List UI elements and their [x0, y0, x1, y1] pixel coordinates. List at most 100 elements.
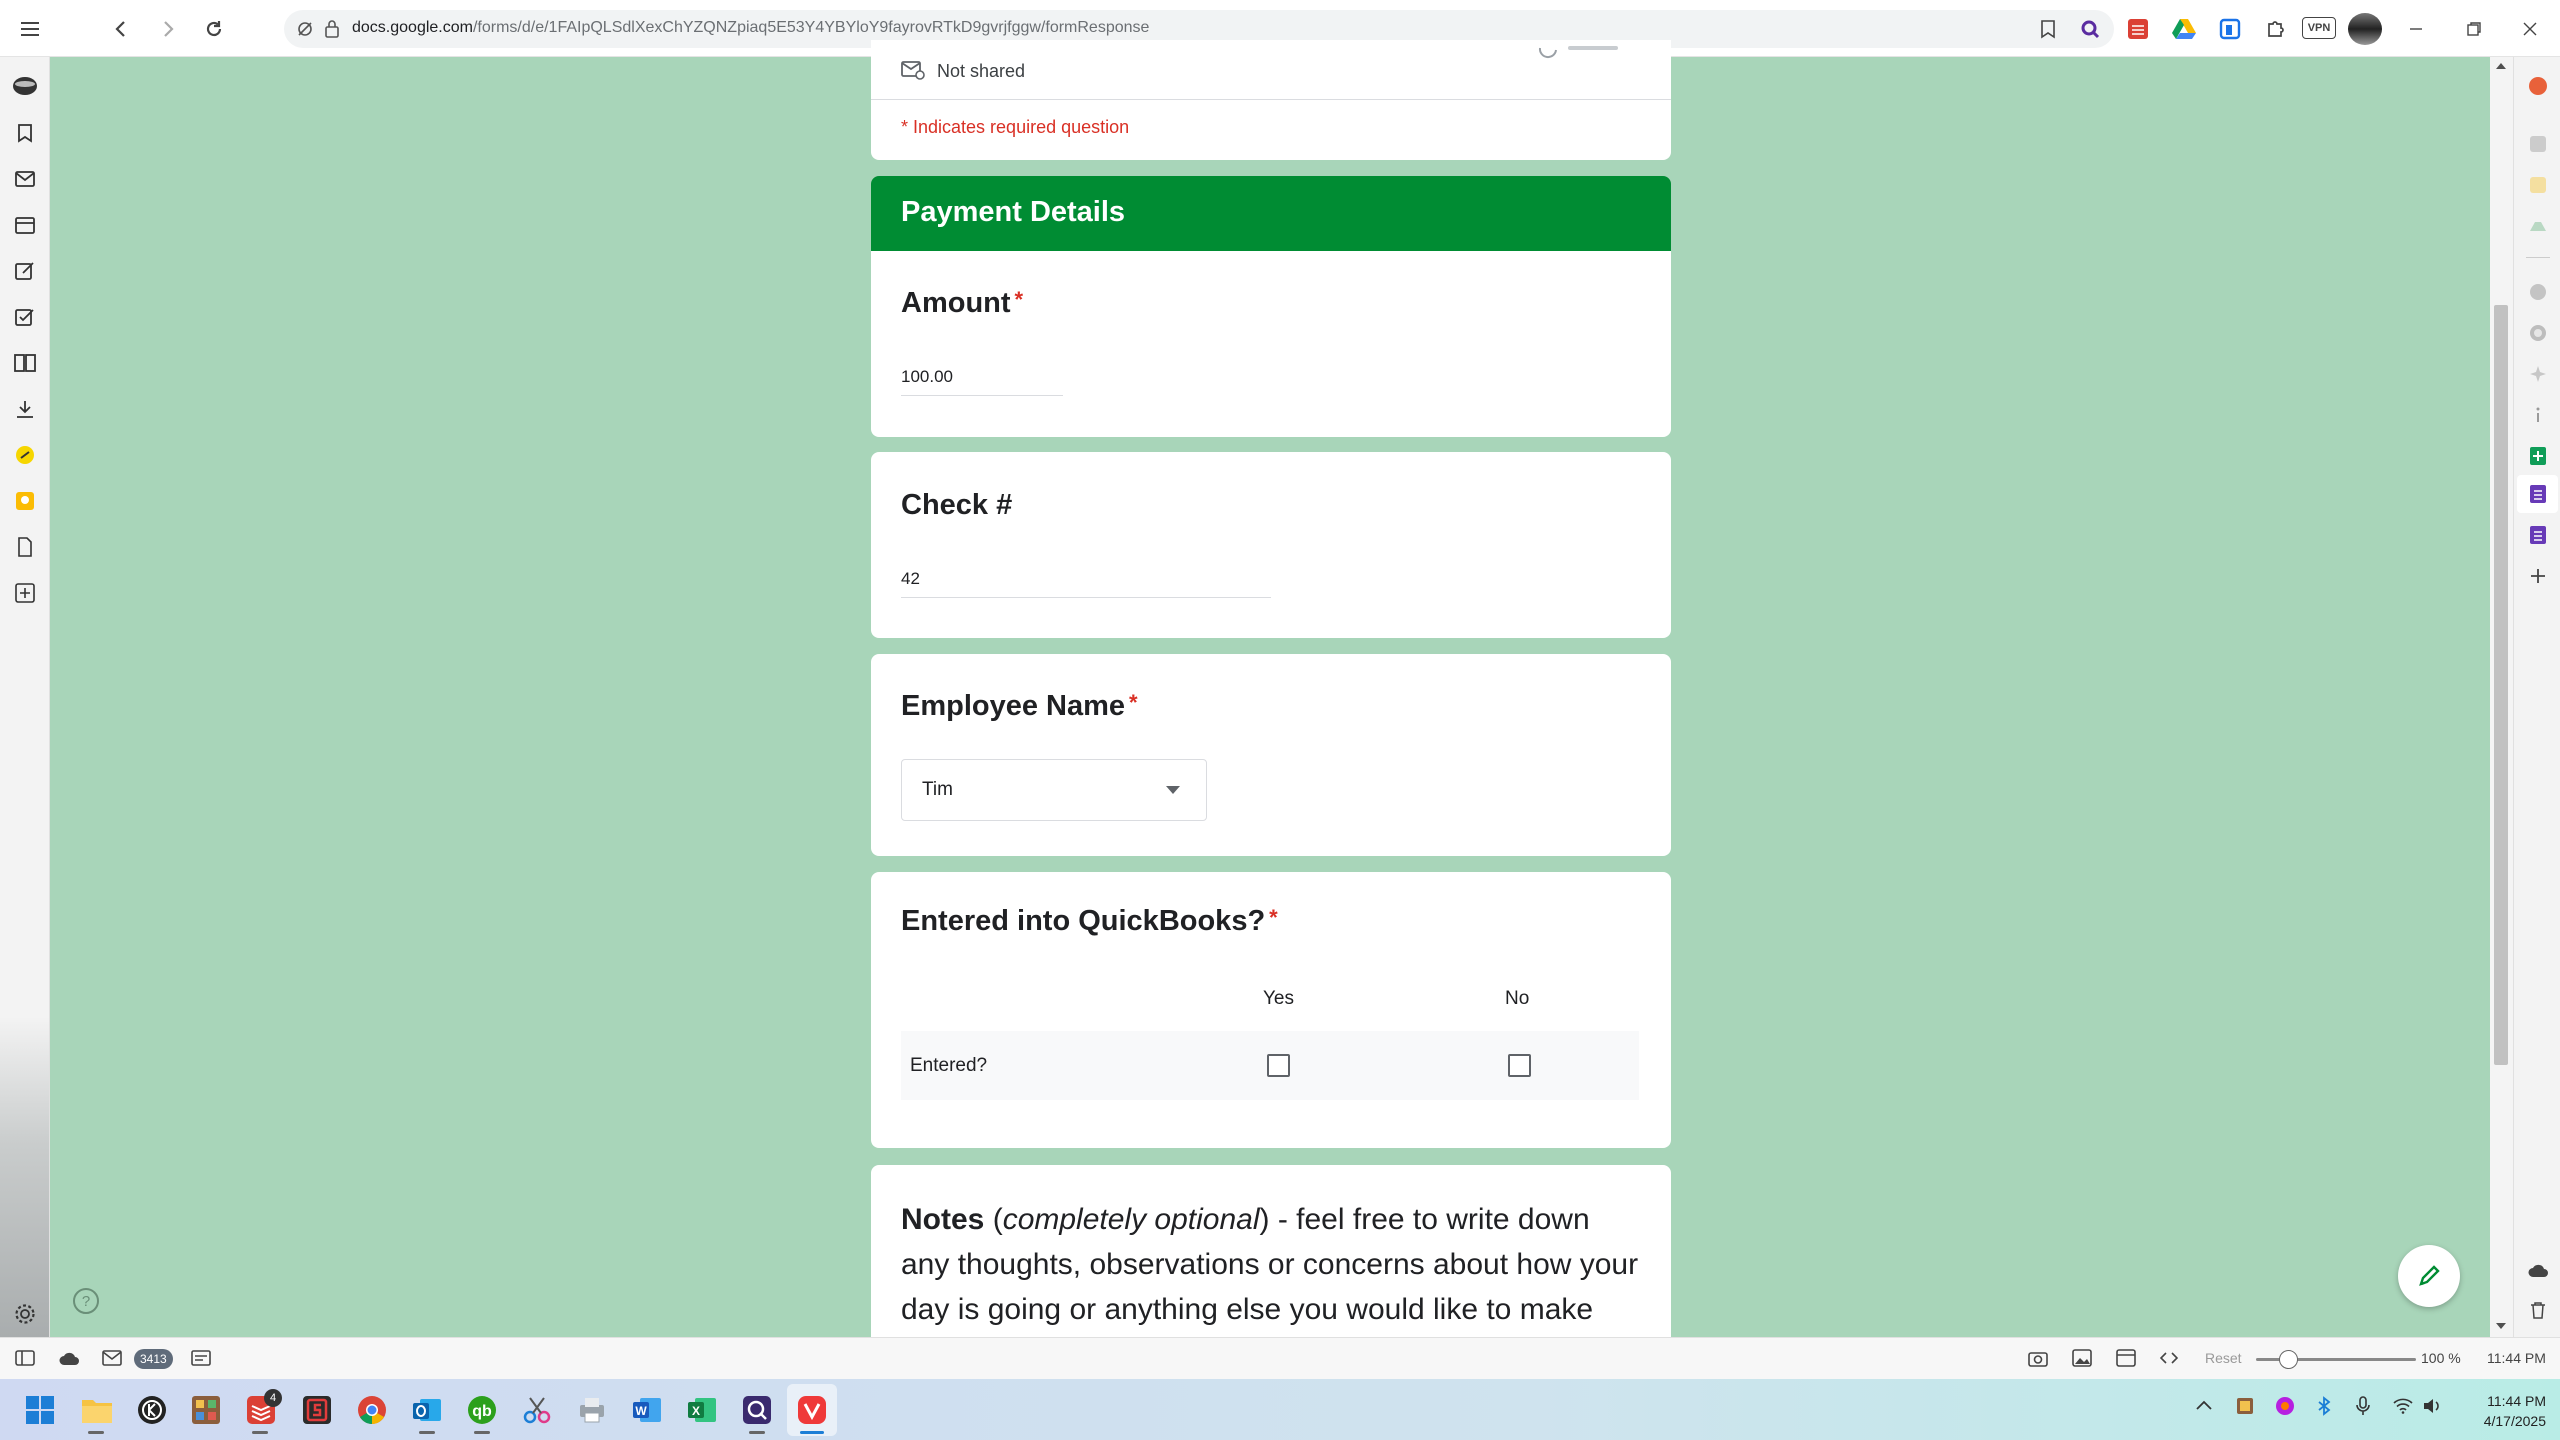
dropdown-arrow-icon: [1166, 786, 1180, 794]
svg-text:W: W: [635, 1404, 647, 1418]
restore-icon[interactable]: [2458, 13, 2490, 45]
document-icon[interactable]: [12, 534, 38, 560]
amount-input[interactable]: 100.00: [901, 367, 1063, 396]
google-sheets-icon[interactable]: [2525, 443, 2551, 469]
todoist-badge: 4: [264, 1389, 282, 1407]
mail-icon[interactable]: [12, 166, 38, 192]
printer-app-icon[interactable]: [572, 1390, 612, 1430]
scrollbar-thumb[interactable]: [2494, 305, 2508, 1065]
taskbar-clock[interactable]: 11:44 PM 4/17/2025: [2470, 1391, 2546, 1431]
panel-info-icon[interactable]: [2525, 402, 2551, 428]
grid-row-label: Entered?: [910, 1055, 988, 1076]
microphone-icon[interactable]: [2356, 1396, 2370, 1416]
bluetooth-icon[interactable]: [2317, 1396, 2331, 1416]
quickbooks-icon[interactable]: qb: [462, 1390, 502, 1430]
extension-orange-icon[interactable]: [2525, 73, 2551, 99]
google-drive-icon[interactable]: [2168, 13, 2200, 45]
sidebar-background-art: [0, 1017, 49, 1337]
image-toggle-icon[interactable]: [2072, 1349, 2092, 1367]
panel-faded-icon[interactable]: [2525, 131, 2551, 157]
app-search-q-icon[interactable]: [737, 1390, 777, 1430]
notes-icon[interactable]: [12, 258, 38, 284]
grid-column-no: No: [1505, 988, 1530, 1009]
panel-gray-icon-2[interactable]: [2525, 320, 2551, 346]
wifi-icon[interactable]: [2393, 1398, 2413, 1414]
calendar-icon[interactable]: [12, 212, 38, 238]
vivaldi-profile-icon[interactable]: [12, 73, 38, 99]
back-icon[interactable]: [105, 13, 137, 45]
settings-gear-icon[interactable]: [12, 1301, 38, 1327]
close-icon[interactable]: [2514, 13, 2546, 45]
mail-count-badge: 3413: [134, 1349, 173, 1369]
trash-icon[interactable]: [2525, 1297, 2551, 1323]
calendar-status-icon[interactable]: [191, 1350, 211, 1366]
help-icon[interactable]: ?: [72, 1287, 100, 1315]
panel-keep-faded-icon[interactable]: [2525, 172, 2551, 198]
outlook-icon[interactable]: [407, 1390, 447, 1430]
checkbox-yes[interactable]: [1267, 1054, 1290, 1077]
zoom-slider-knob[interactable]: [2278, 1350, 2298, 1369]
snipping-tool-icon[interactable]: [517, 1390, 557, 1430]
cloud-sync-icon[interactable]: [2525, 1257, 2551, 1283]
panel-toggle-icon[interactable]: [15, 1350, 35, 1366]
app-k-icon[interactable]: [132, 1390, 172, 1430]
employee-name-dropdown[interactable]: Tim: [901, 759, 1207, 821]
todoist-extension-icon[interactable]: [2122, 13, 2154, 45]
app-grid-icon[interactable]: [186, 1390, 226, 1430]
zoom-reset-button[interactable]: Reset: [2205, 1350, 2242, 1366]
profile-avatar[interactable]: [2348, 13, 2382, 45]
checkbox-no[interactable]: [1508, 1054, 1531, 1077]
excel-icon[interactable]: X: [682, 1390, 722, 1430]
panel-gray-icon-1[interactable]: [2525, 279, 2551, 305]
vpn-button[interactable]: VPN: [2302, 17, 2336, 39]
mail-status-icon[interactable]: [102, 1350, 122, 1366]
scroll-down-arrow-icon[interactable]: [2496, 1323, 2506, 1329]
google-forms-icon[interactable]: [2525, 522, 2551, 548]
chrome-icon[interactable]: [352, 1390, 392, 1430]
page-actions-icon[interactable]: [2160, 1349, 2178, 1367]
required-question-note: * Indicates required question: [901, 117, 1130, 137]
google-forms-icon-active[interactable]: [2525, 481, 2551, 507]
bookmarks-icon[interactable]: [12, 120, 38, 146]
volume-icon[interactable]: [2422, 1397, 2442, 1415]
file-explorer-icon[interactable]: [77, 1390, 117, 1430]
scroll-up-arrow-icon[interactable]: [2496, 63, 2506, 69]
search-extension-icon[interactable]: [2079, 18, 2101, 40]
bookmark-icon[interactable]: [2040, 19, 2056, 39]
minimize-icon[interactable]: [2400, 13, 2432, 45]
word-icon[interactable]: W: [627, 1390, 667, 1430]
vivaldi-icon[interactable]: [792, 1390, 832, 1430]
tray-overflow-chevron-icon[interactable]: [2196, 1400, 2212, 1410]
notes-question-text: Notes (completely optional) - feel free …: [901, 1197, 1661, 1332]
running-indicator: [419, 1431, 435, 1434]
tray-app-icon-2[interactable]: [2275, 1396, 2295, 1416]
url-text[interactable]: docs.google.com/forms/d/e/1FAIpQLSdlXexC…: [352, 19, 1149, 37]
left-panel-sidebar: [0, 57, 50, 1337]
panel-sparkle-icon[interactable]: [2525, 361, 2551, 387]
add-web-panel-icon[interactable]: [2525, 563, 2551, 589]
check-number-input[interactable]: 42: [901, 569, 1271, 598]
zoom-slider-track[interactable]: [2256, 1350, 2416, 1369]
app-s-icon[interactable]: [297, 1390, 337, 1430]
forward-icon[interactable]: [152, 13, 184, 45]
sync-cloud-icon[interactable]: [58, 1350, 80, 1366]
question-label: Amount: [901, 287, 1011, 319]
keep-notes-icon[interactable]: [12, 488, 38, 514]
panel-drive-faded-icon[interactable]: [2525, 213, 2551, 239]
add-panel-icon[interactable]: [12, 580, 38, 606]
windows-start-icon[interactable]: [20, 1390, 60, 1430]
capture-screenshot-icon[interactable]: [2028, 1349, 2048, 1367]
page-tiling-icon[interactable]: [2116, 1349, 2136, 1367]
menu-icon[interactable]: [14, 13, 46, 45]
web-panel-yellow-icon[interactable]: [12, 442, 38, 468]
extensions-puzzle-icon[interactable]: [2260, 13, 2292, 45]
reading-list-icon[interactable]: [12, 350, 38, 376]
edit-response-button[interactable]: [2398, 1245, 2460, 1307]
tasks-icon[interactable]: [12, 304, 38, 330]
tray-app-icon-1[interactable]: [2235, 1396, 2255, 1416]
reload-icon[interactable]: [198, 13, 230, 45]
vpn-label: VPN: [2307, 22, 2331, 34]
site-settings-icon[interactable]: [296, 20, 314, 38]
extension-blue-icon[interactable]: [2214, 13, 2246, 45]
downloads-icon[interactable]: [12, 396, 38, 422]
